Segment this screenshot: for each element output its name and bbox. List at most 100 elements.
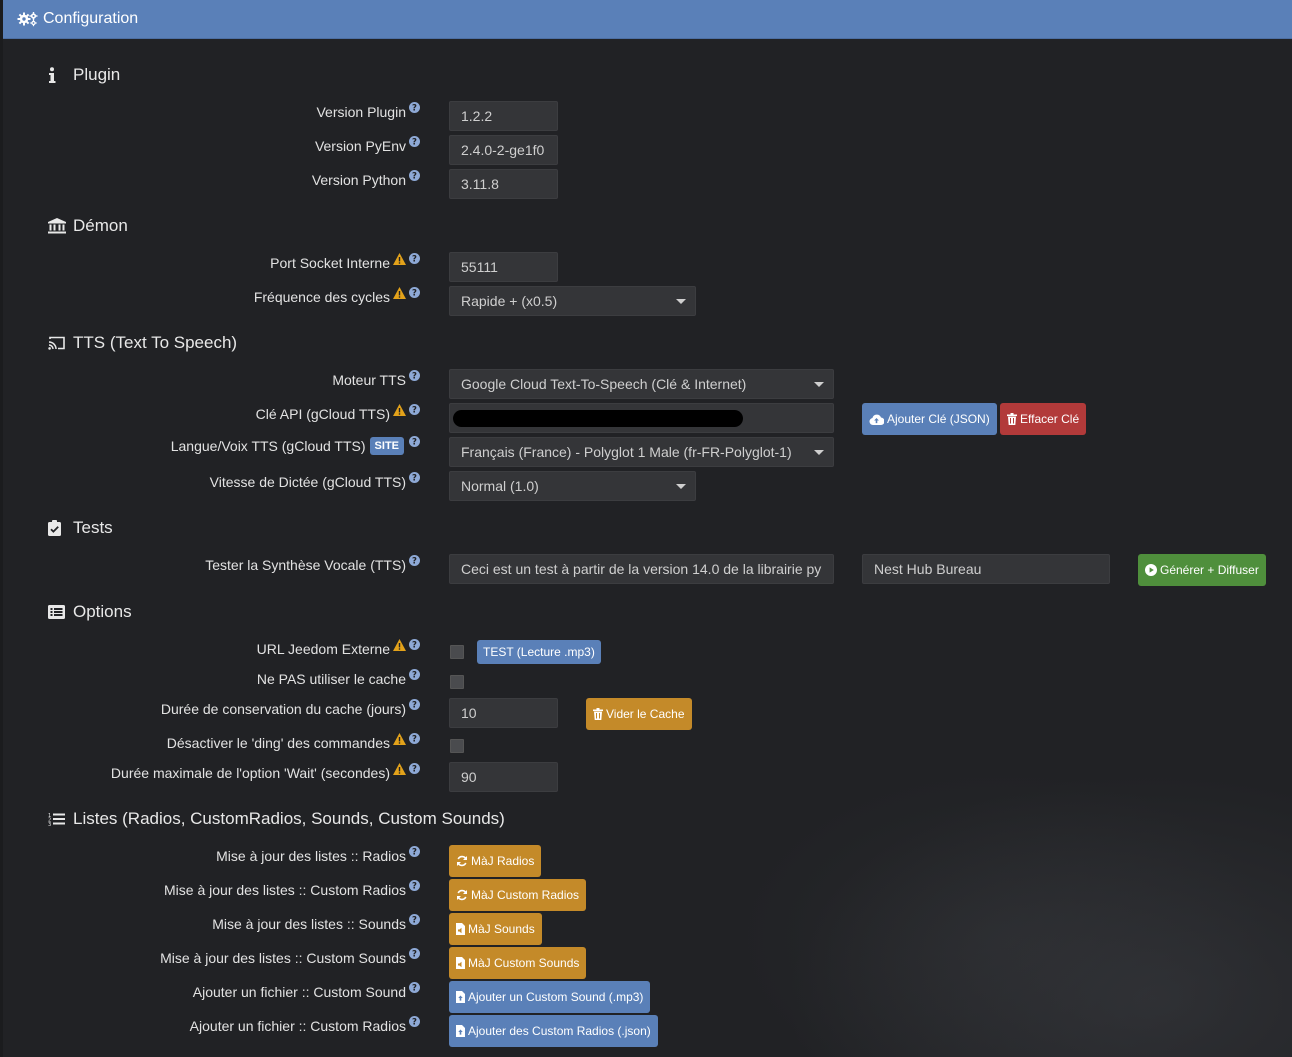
wait-input[interactable]: 90	[449, 762, 558, 792]
input-value: 90	[461, 769, 477, 785]
label-version-plugin: Version Plugin ?	[316, 101, 420, 120]
list-alt-icon	[48, 605, 68, 619]
warning-icon	[393, 287, 406, 299]
label-text: Mise à jour des listes :: Custom Radios	[164, 882, 406, 898]
help-icon[interactable]: ?	[409, 369, 420, 381]
play-circle-icon	[1145, 564, 1157, 576]
vitesse-dictee-select[interactable]: Normal (1.0)	[449, 471, 696, 501]
help-icon[interactable]: ?	[409, 947, 420, 959]
trash-icon	[1007, 413, 1017, 425]
clear-cache-button[interactable]: Vider le Cache	[586, 698, 692, 730]
maj-custom-radios-button[interactable]: MàJ Custom Radios	[449, 879, 587, 911]
select-value: Normal (1.0)	[461, 478, 539, 494]
cast-icon	[48, 336, 68, 350]
help-icon[interactable]: ?	[409, 879, 420, 891]
svg-text:?: ?	[412, 764, 417, 773]
button-label: MàJ Custom Radios	[471, 888, 580, 902]
label-maj-sounds: Mise à jour des listes :: Sounds ?	[212, 913, 420, 932]
url-externe-checkbox[interactable]	[450, 645, 464, 659]
label-url-externe: URL Jeedom Externe ?	[257, 638, 420, 657]
section-title-text: TTS (Text To Speech)	[73, 333, 238, 352]
help-icon[interactable]: ?	[409, 403, 420, 415]
add-custom-sound-button[interactable]: Ajouter un Custom Sound (.mp3)	[449, 981, 651, 1013]
refresh-icon	[456, 889, 468, 901]
svg-text:?: ?	[412, 556, 417, 565]
help-icon[interactable]: ?	[409, 101, 420, 113]
help-icon[interactable]: ?	[409, 471, 420, 483]
section-title-text: Plugin	[73, 65, 121, 84]
button-label: MàJ Custom Sounds	[468, 956, 580, 970]
cloud-upload-icon	[869, 414, 884, 425]
svg-text:?: ?	[412, 288, 417, 297]
svg-text:?: ?	[412, 1017, 417, 1026]
label-text: Fréquence des cycles	[253, 289, 390, 305]
svg-text:?: ?	[412, 949, 417, 958]
label-version-python: Version Python ?	[311, 169, 420, 188]
help-icon[interactable]: ?	[409, 845, 420, 857]
warning-icon	[393, 404, 406, 416]
port-socket-input[interactable]: 55111	[449, 252, 558, 282]
section-title-tts: TTS (Text To Speech)	[48, 333, 237, 353]
label-version-pyenv: Version PyEnv ?	[315, 135, 420, 154]
label-tester-synthese: Tester la Synthèse Vocale (TTS) ?	[205, 554, 420, 573]
clipboard-check-icon	[48, 520, 68, 536]
redacted-value	[453, 410, 743, 427]
panel-background	[3, 38, 1292, 1057]
select-value: Rapide + (x0.5)	[461, 293, 558, 309]
button-label: Générer + Diffuser	[1160, 563, 1259, 577]
version-plugin-input[interactable]: 1.2.2	[449, 101, 558, 131]
help-icon[interactable]: ?	[409, 638, 420, 650]
maj-sounds-button[interactable]: MàJ Sounds	[449, 913, 542, 945]
svg-text:?: ?	[412, 881, 417, 890]
duree-cache-input[interactable]: 10	[449, 698, 558, 728]
ding-checkbox[interactable]	[450, 739, 464, 753]
maj-radios-button[interactable]: MàJ Radios	[449, 845, 542, 877]
help-icon[interactable]: ?	[409, 698, 420, 710]
clear-key-button[interactable]: Effacer Clé	[1000, 403, 1087, 435]
svg-text:?: ?	[412, 437, 417, 446]
svg-text:?: ?	[412, 137, 417, 146]
help-icon[interactable]: ?	[409, 913, 420, 925]
label-text: Version Plugin	[316, 104, 406, 120]
cle-api-input[interactable]	[449, 403, 834, 433]
help-icon[interactable]: ?	[409, 286, 420, 298]
help-icon[interactable]: ?	[409, 435, 420, 447]
maj-custom-sounds-button[interactable]: MàJ Custom Sounds	[449, 947, 587, 979]
button-label: Vider le Cache	[606, 707, 685, 721]
label-wait: Durée maximale de l'option 'Wait' (secon…	[111, 762, 420, 781]
svg-text:?: ?	[412, 734, 417, 743]
help-icon[interactable]: ?	[409, 252, 420, 264]
refresh-icon	[456, 855, 468, 867]
moteur-tts-select[interactable]: Google Cloud Text-To-Speech (Clé & Inter…	[449, 369, 834, 399]
no-cache-checkbox[interactable]	[450, 675, 464, 689]
help-icon[interactable]: ?	[409, 668, 420, 680]
test-mp3-button[interactable]: TEST (Lecture .mp3)	[477, 640, 601, 664]
add-custom-radios-button[interactable]: Ajouter des Custom Radios (.json)	[449, 1015, 658, 1047]
help-icon[interactable]: ?	[409, 554, 420, 566]
help-icon[interactable]: ?	[409, 135, 420, 147]
label-text: Ajouter un fichier :: Custom Radios	[189, 1018, 406, 1034]
langue-voix-select[interactable]: Français (France) - Polyglot 1 Male (fr-…	[449, 437, 834, 467]
frequence-cycles-select[interactable]: Rapide + (x0.5)	[449, 286, 696, 316]
version-pyenv-input[interactable]: 2.4.0-2-ge1f0	[449, 135, 558, 165]
add-key-button[interactable]: Ajouter Clé (JSON)	[862, 403, 997, 435]
warning-icon	[393, 763, 406, 775]
version-python-input[interactable]: 3.11.8	[449, 169, 558, 199]
button-label: Ajouter Clé (JSON)	[887, 412, 990, 426]
help-icon[interactable]: ?	[409, 169, 420, 181]
test-text-input[interactable]: Ceci est un test à partir de la version …	[449, 554, 834, 584]
test-device-input[interactable]: Nest Hub Bureau	[862, 554, 1110, 584]
svg-text:?: ?	[412, 371, 417, 380]
section-title-listes: 123 Listes (Radios, CustomRadios, Sounds…	[48, 809, 505, 829]
button-label: Ajouter un Custom Sound (.mp3)	[468, 990, 644, 1004]
warning-icon	[393, 733, 406, 745]
file-audio-icon	[456, 923, 465, 935]
warning-icon	[393, 639, 406, 651]
help-icon[interactable]: ?	[409, 1015, 420, 1027]
help-icon[interactable]: ?	[409, 762, 420, 774]
help-icon[interactable]: ?	[409, 732, 420, 744]
label-text: Version Python	[311, 172, 406, 188]
generate-broadcast-button[interactable]: Générer + Diffuser	[1138, 554, 1266, 586]
select-value: Français (France) - Polyglot 1 Male (fr-…	[461, 444, 792, 460]
help-icon[interactable]: ?	[409, 981, 420, 993]
